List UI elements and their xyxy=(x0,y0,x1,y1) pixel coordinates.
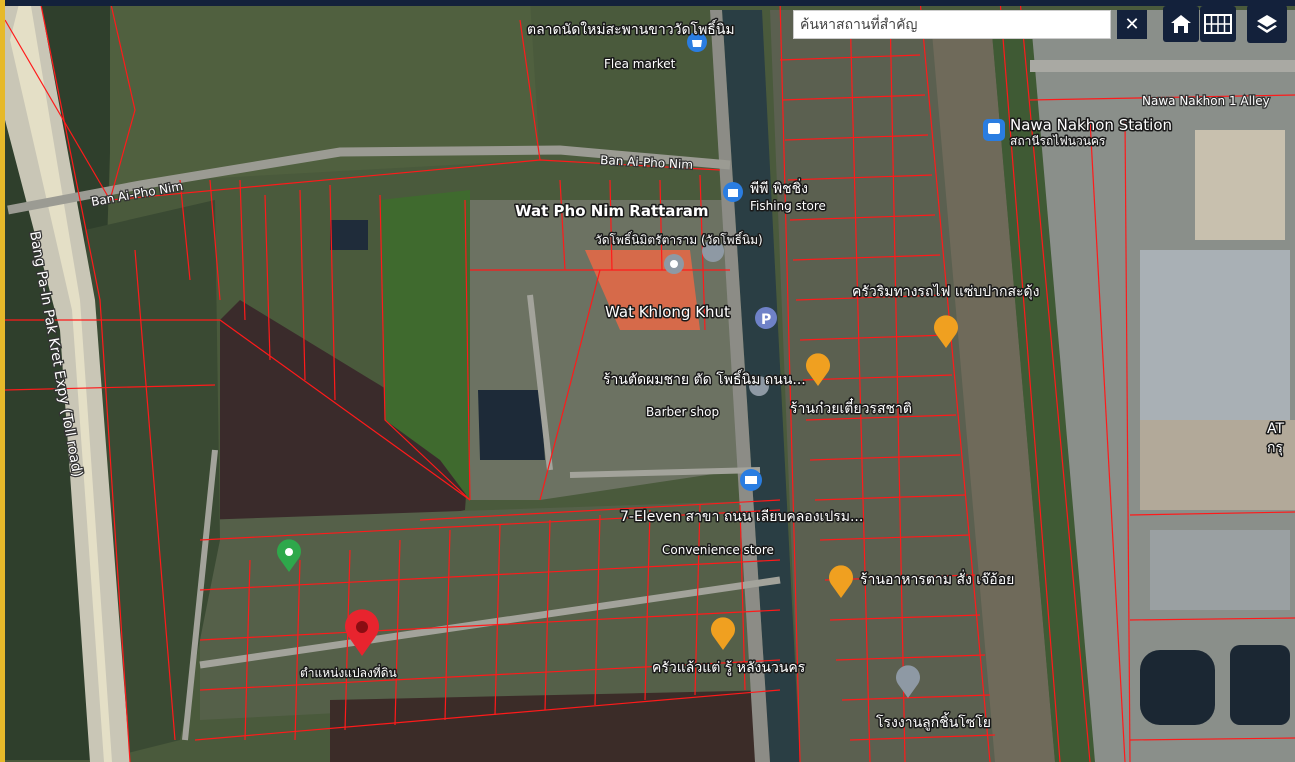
label-noodle: ร้านก๋วยเตี๋ยวรสชาติ xyxy=(790,398,912,417)
label-land-plot: ตำแหน่งแปลงที่ดิน xyxy=(300,664,397,680)
factory-roof-4 xyxy=(1150,530,1290,610)
label-barber-en: Barber shop xyxy=(646,405,719,419)
poi-station[interactable] xyxy=(983,119,1005,141)
poi-parking[interactable]: P xyxy=(755,307,777,329)
label-nawa-station: Nawa Nakhon Station xyxy=(1010,116,1172,134)
label-seven-eleven-th: 7-Eleven สาขา ถนน เลียบคลองเปรม... xyxy=(620,509,863,525)
road-label-nawa-nakhon-alley: Nawa Nakhon 1 Alley xyxy=(1142,94,1270,108)
poi-wat-pho-nim[interactable] xyxy=(664,254,684,274)
svg-text:P: P xyxy=(761,312,771,328)
label-restaurant-1: ครัวริมทางรถไฟ แซ่บปากสะดุ้ง xyxy=(852,283,1039,300)
label-fishing-en: Fishing store xyxy=(750,199,826,213)
label-flea-market-th: ตลาดนัดใหม่สะพานขาววัดโพธิ์นิม xyxy=(527,19,735,38)
label-seven-eleven-en: Convenience store xyxy=(662,543,774,557)
label-edge-at: AT xyxy=(1267,421,1284,437)
label-factory: โรงงานลูกชิ้นโซโย xyxy=(876,712,991,731)
poi-fishing-store[interactable] xyxy=(723,182,743,202)
factory-roof-3 xyxy=(1140,250,1290,420)
home-icon xyxy=(1171,15,1191,33)
field-bottom xyxy=(330,690,790,762)
grid-icon xyxy=(1204,14,1232,34)
label-wat-pho-nim-th: วัดโพธิ์นิมิตรัตาราม (วัดโพธิ์นิม) xyxy=(595,231,763,247)
industrial-pond-1 xyxy=(1140,650,1215,725)
layers-button[interactable] xyxy=(1247,5,1287,43)
industrial-pond-2 xyxy=(1230,645,1290,725)
layers-icon xyxy=(1257,15,1277,33)
label-restaurant-2: ร้านอาหารตาม สั่ง เจ๊อ้อย xyxy=(860,570,1014,588)
label-fishing-th: พีพี พิชชิ่ง xyxy=(750,179,808,197)
label-flea-market-en: Flea market xyxy=(604,57,676,71)
poi-seven-eleven[interactable] xyxy=(740,469,762,491)
village-south xyxy=(200,500,790,720)
factory-roof-2 xyxy=(1195,130,1285,240)
home-button[interactable] xyxy=(1163,6,1199,42)
label-wat-khlong-khut: Wat Khlong Khut xyxy=(605,303,730,321)
label-edge-th: กรุ xyxy=(1267,440,1283,456)
label-nawa-station-th: สถานีรถไฟนวนคร xyxy=(1010,134,1106,148)
pond-small xyxy=(330,220,368,250)
label-barber-th: ร้านตัดผมชาย ตัด โพธิ์นิม ถนน... xyxy=(603,369,806,388)
clear-search-button[interactable]: ✕ xyxy=(1117,10,1147,39)
label-restaurant-3: ครัวแล้วแต่ รู้ หลังนวนคร xyxy=(652,660,806,676)
close-icon: ✕ xyxy=(1124,14,1140,35)
industrial-road xyxy=(1030,60,1295,72)
label-wat-pho-nim: Wat Pho Nim Rattaram xyxy=(515,202,709,220)
left-accent-bar xyxy=(0,0,5,762)
grid-button[interactable] xyxy=(1200,6,1236,42)
search-input[interactable] xyxy=(793,10,1111,39)
top-bar xyxy=(0,0,1295,6)
satellite-map[interactable]: Ban Ai-Pho Nim Ban Ai-Pho Nim Bang Pa-In… xyxy=(0,0,1295,762)
pond-temple xyxy=(478,390,545,460)
